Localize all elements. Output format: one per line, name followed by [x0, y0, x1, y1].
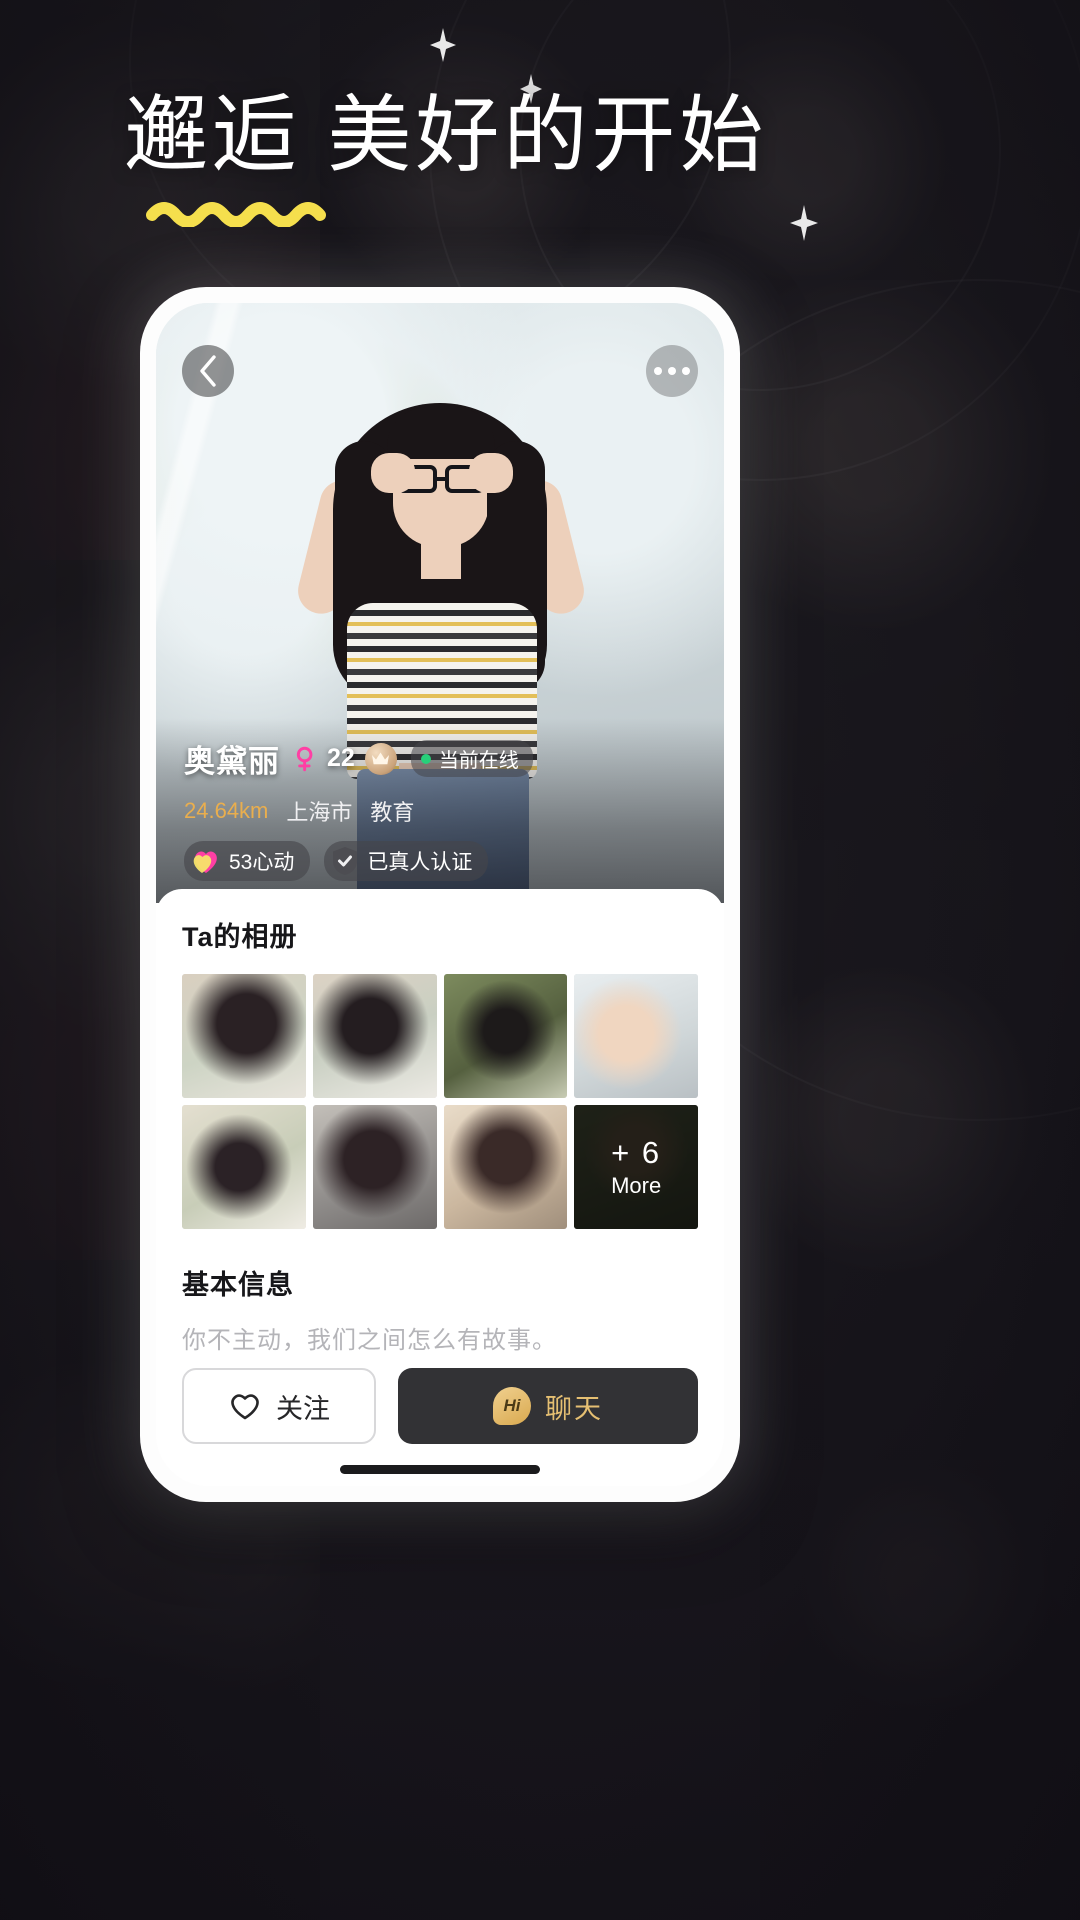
profile-city: 上海市: [286, 800, 353, 825]
home-indicator: [340, 1465, 540, 1474]
online-dot-icon: [420, 753, 431, 764]
crown-icon: [372, 752, 390, 765]
more-horizontal-icon: [654, 367, 662, 375]
phone-screen: 奥黛丽 22 当前在线 24.64km 上海市 教育 53心动 已真人认证 Ta…: [156, 303, 724, 1486]
online-status-badge: 当前在线: [410, 740, 533, 777]
more-options-button[interactable]: [646, 345, 698, 397]
chat-label: 聊天: [545, 1393, 603, 1424]
follow-label: 关注: [276, 1393, 330, 1424]
heart-badge-icon: [193, 851, 217, 873]
album-more-overlay: + 6 More: [574, 1104, 698, 1229]
like-count-chip[interactable]: 53心动: [184, 841, 311, 881]
profile-bio: 你不主动，我们之间怎么有故事。: [182, 1326, 557, 1354]
profile-age: 22: [327, 744, 355, 772]
banner-headline-block: 邂逅 美好的开始: [124, 86, 964, 232]
follow-button[interactable]: 关注: [182, 1368, 376, 1444]
profile-distance: 24.64km: [184, 798, 269, 823]
album-tile[interactable]: [443, 974, 568, 1098]
album-tile-more[interactable]: + 6 More: [574, 1104, 698, 1229]
album-grid: + 6 More: [182, 974, 698, 1229]
profile-badge-row: 53心动 已真人认证: [184, 841, 696, 881]
album-more-label: More: [611, 1172, 662, 1198]
profile-meta-row: 24.64km 上海市 教育: [184, 795, 696, 827]
profile-name-row: 奥黛丽 22 当前在线: [184, 736, 696, 781]
sparkle-icon-1: [430, 28, 456, 62]
hi-bubble-text: Hi: [503, 1396, 521, 1415]
album-more-count: + 6: [611, 1134, 662, 1170]
more-horizontal-icon: [682, 367, 690, 375]
album-tile[interactable]: [312, 1104, 437, 1229]
squiggle-underline: [146, 202, 326, 229]
profile-info-overlay: 奥黛丽 22 当前在线 24.64km 上海市 教育 53心动 已真人认证: [156, 718, 724, 903]
phone-mockup: 奥黛丽 22 当前在线 24.64km 上海市 教育 53心动 已真人认证 Ta…: [140, 287, 740, 1502]
vip-crown-badge: [364, 742, 397, 775]
album-tile[interactable]: [182, 974, 306, 1098]
profile-hero-photo[interactable]: 奥黛丽 22 当前在线 24.64km 上海市 教育 53心动 已真人认证: [156, 303, 724, 903]
like-count-label: 53心动: [229, 851, 295, 874]
basic-info-title: 基本信息: [182, 1269, 294, 1300]
banner-headline-text: 邂逅 美好的开始: [124, 88, 768, 182]
chevron-left-icon: [200, 355, 216, 387]
profile-name: 奥黛丽: [184, 744, 280, 779]
shield-check-icon: [333, 847, 358, 875]
album-tile[interactable]: [182, 1104, 306, 1229]
profile-action-bar: 关注 Hi 聊天: [156, 1354, 724, 1486]
hi-bubble-icon: Hi: [493, 1387, 531, 1425]
heart-outline-icon: [231, 1394, 259, 1420]
album-tile[interactable]: [443, 1104, 568, 1229]
more-horizontal-icon: [668, 367, 676, 375]
chat-button[interactable]: Hi 聊天: [398, 1368, 698, 1444]
verified-chip[interactable]: 已真人认证: [324, 841, 489, 881]
album-section-title: Ta的相册: [182, 922, 298, 952]
back-button[interactable]: [182, 345, 234, 397]
verified-label: 已真人认证: [367, 851, 473, 874]
album-tile[interactable]: [312, 974, 437, 1098]
online-status-label: 当前在线: [438, 750, 519, 772]
profile-occupation: 教育: [370, 800, 415, 825]
album-tile[interactable]: [574, 974, 698, 1098]
female-gender-icon: [296, 746, 313, 772]
